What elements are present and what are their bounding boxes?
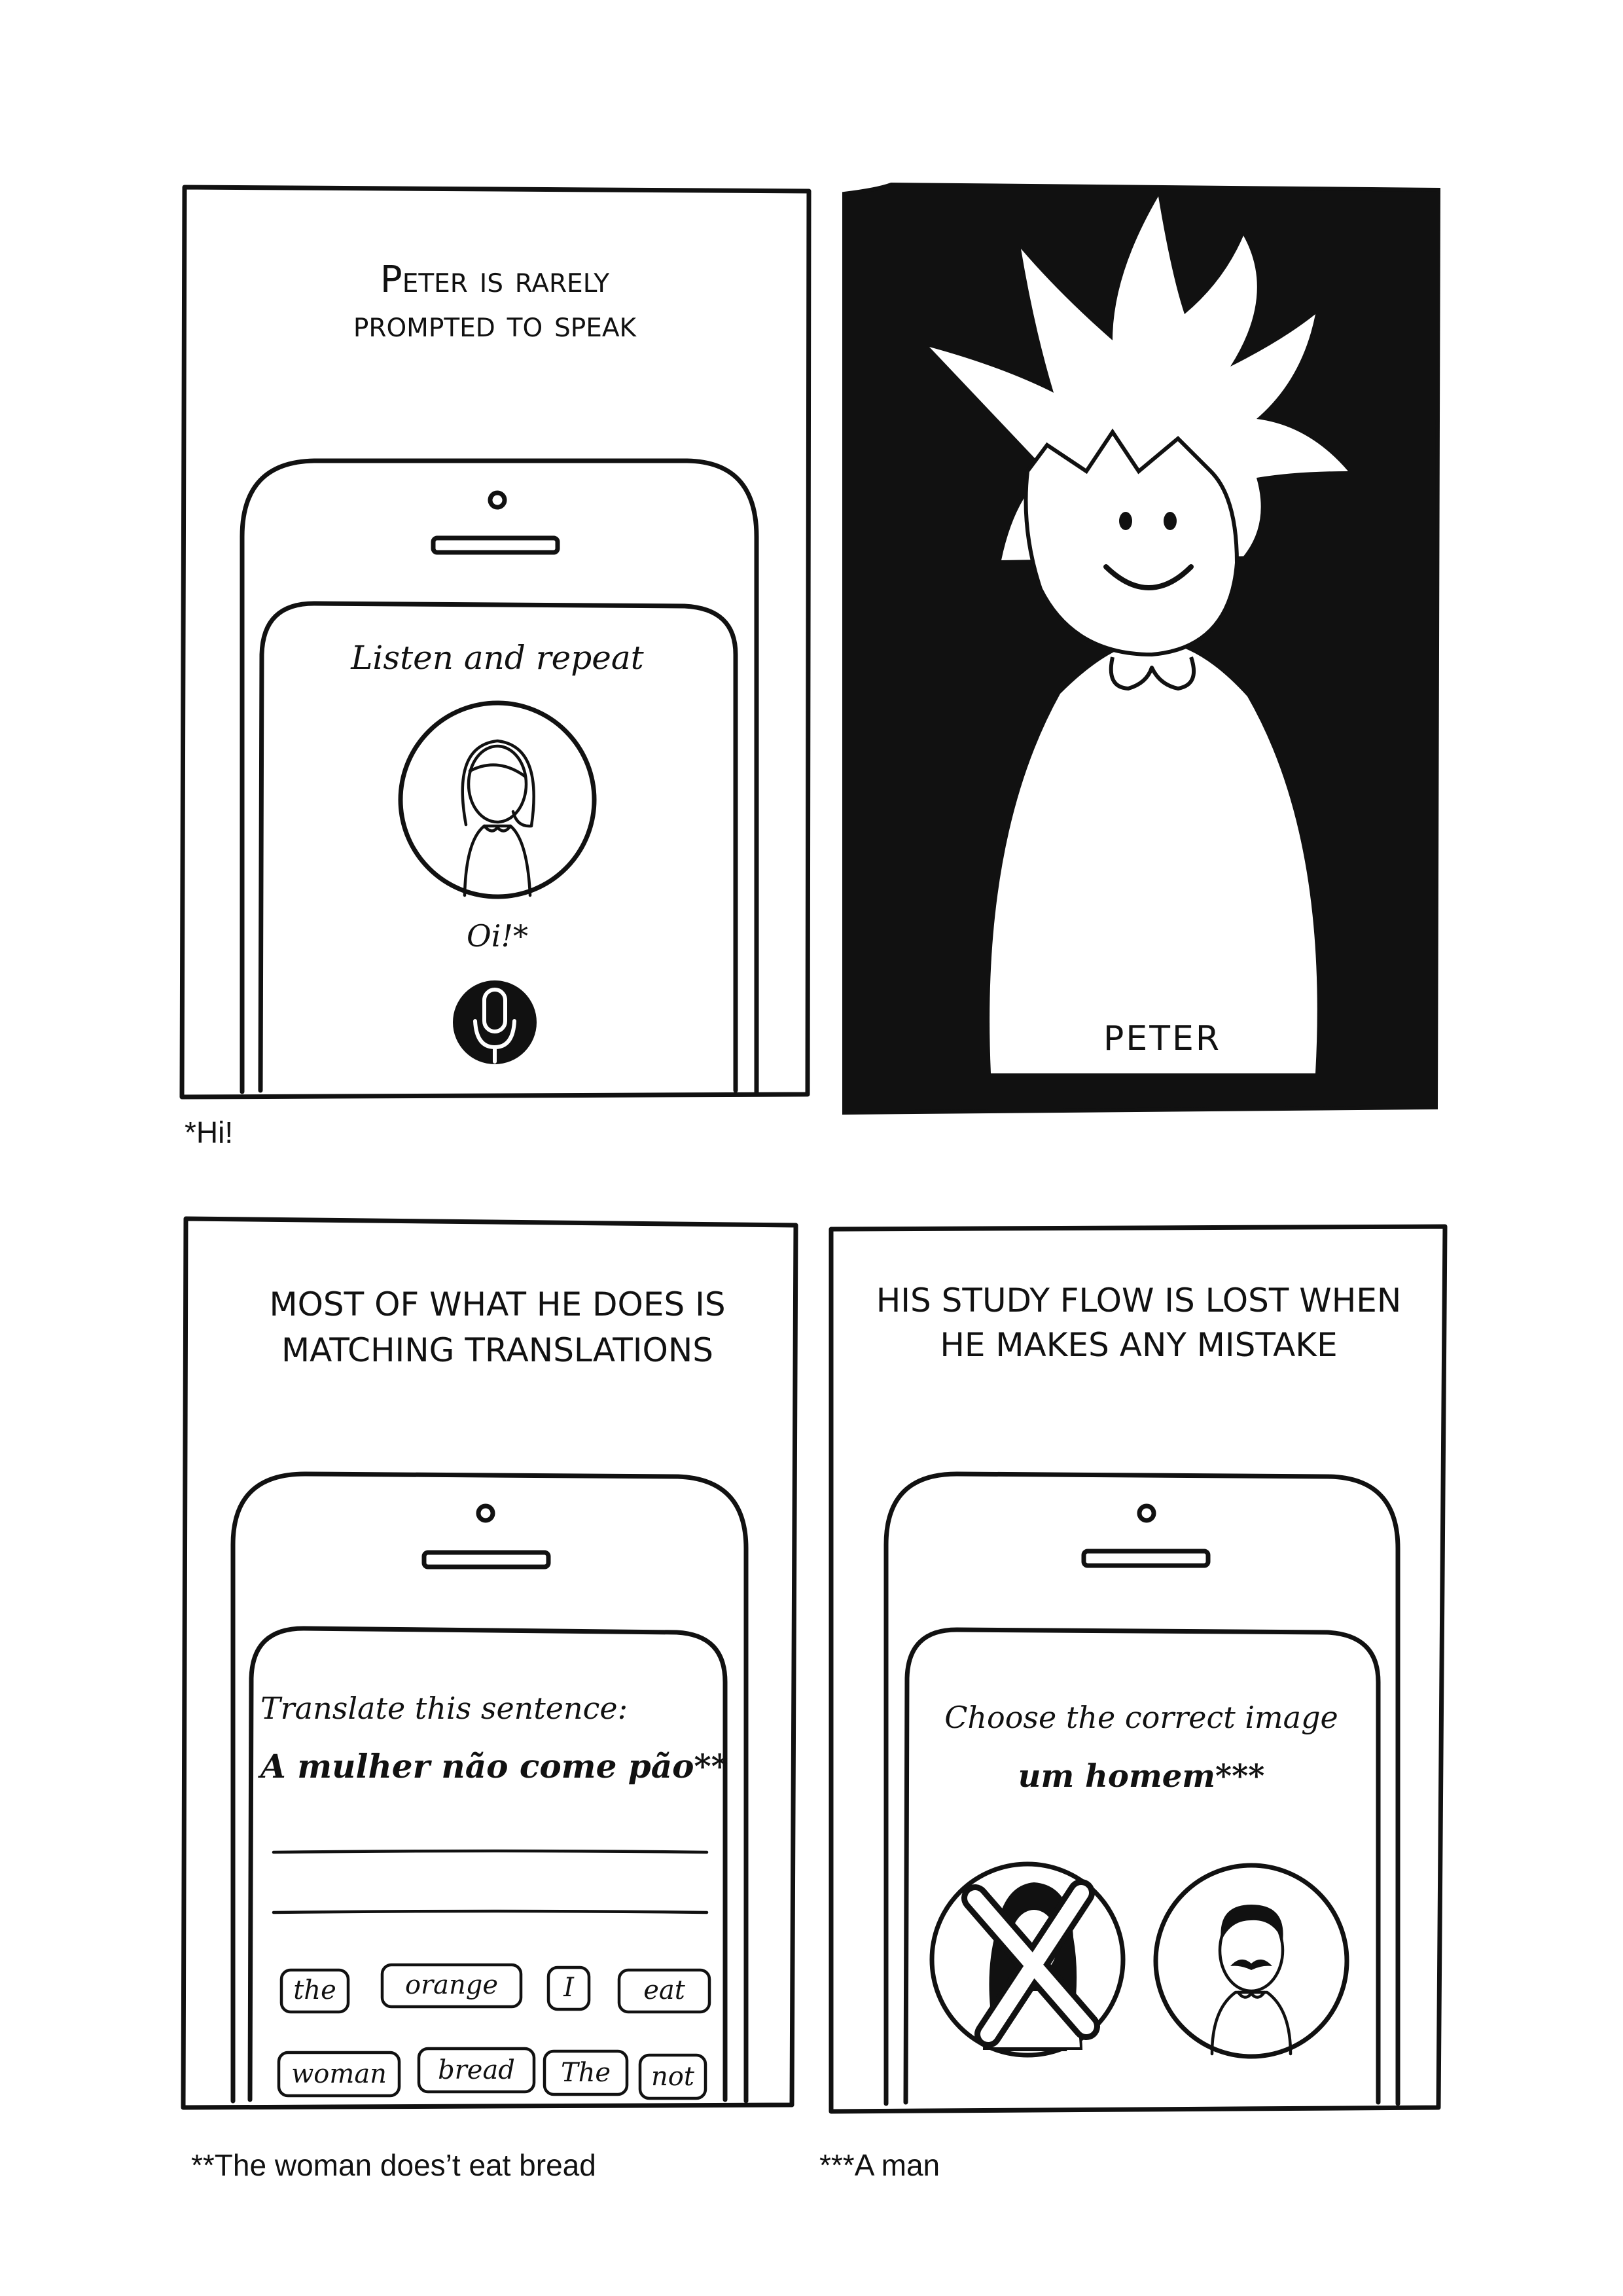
panel-4-caption-line2: HE MAKES ANY MISTAKE (940, 1326, 1337, 1364)
panel-4: HIS STUDY FLOW IS LOST WHEN HE MAKES ANY… (829, 1224, 1448, 2114)
target-word: um homem*** (1018, 1758, 1265, 1795)
screen-title: Listen and repeat (350, 639, 644, 677)
word-chip[interactable]: the (279, 1968, 350, 2014)
panel-3-caption-line2: MATCHING TRANSLATIONS (281, 1331, 713, 1369)
svg-text:eat: eat (643, 1975, 686, 2005)
word-chip[interactable]: eat (617, 1968, 711, 2014)
panel-1-caption-line2: prompted to speak (353, 303, 637, 346)
comic-page: Peter is rarely prompted to speak Listen… (179, 182, 1448, 2182)
phone-camera (488, 490, 507, 510)
man-hair (1221, 1905, 1283, 1941)
wrong-choice-card[interactable] (929, 1861, 1126, 2058)
svg-text:woman: woman (291, 2059, 387, 2089)
svg-text:The: The (561, 2058, 611, 2088)
phone-speaker (1081, 1549, 1211, 1568)
speech-word: Oi!* (467, 918, 528, 954)
svg-text:I: I (563, 1973, 575, 2003)
phone-camera (476, 1503, 495, 1523)
svg-text:the: the (293, 1975, 336, 2005)
peter-right-eye (1164, 512, 1177, 530)
panel-1-footnote: *Hi! (185, 1115, 233, 1149)
panel-4-caption-line1: HIS STUDY FLOW IS LOST WHEN (876, 1282, 1402, 1319)
phone-speaker (421, 1550, 551, 1570)
screen-title: Translate this sentence: (260, 1691, 628, 1726)
panel-2: PETER (842, 182, 1441, 1115)
panel-3: MOST OF WHAT HE DOES IS MATCHING TRANSLA… (181, 1216, 798, 2110)
screen-title: Choose the correct image (944, 1700, 1338, 1735)
sentence-to-translate: A mulher não come pão** (258, 1747, 728, 1785)
svg-text:not: not (651, 2062, 695, 2092)
word-chip[interactable]: The (543, 2049, 629, 2096)
answer-line-2[interactable] (272, 1909, 709, 1914)
mustache (1230, 1959, 1272, 1970)
panel-3-footnote: **The woman does’t eat bread (191, 2148, 596, 2182)
panel-1: Peter is rarely prompted to speak Listen… (179, 185, 812, 1100)
word-chip[interactable]: bread (417, 2047, 536, 2094)
phone-camera (1137, 1503, 1156, 1523)
woman-avatar-icon[interactable] (398, 700, 597, 899)
choice-circle[interactable] (1153, 1863, 1349, 2059)
man-avatar-icon[interactable] (1153, 1863, 1349, 2059)
svg-text:orange: orange (405, 1970, 498, 2000)
svg-text:bread: bread (438, 2055, 515, 2085)
answer-line-1[interactable] (272, 1849, 709, 1854)
panel-3-caption-line1: MOST OF WHAT HE DOES IS (269, 1285, 725, 1323)
panel-4-footnote: ***A man (819, 2148, 940, 2182)
word-chip[interactable]: not (638, 2053, 707, 2100)
man-body (1210, 1990, 1293, 2056)
microphone-icon[interactable] (453, 980, 537, 1064)
peter-name-label: PETER (1103, 1019, 1221, 1058)
word-chip[interactable]: orange (380, 1963, 523, 2009)
word-chip[interactable]: I (546, 1965, 591, 2011)
peter-left-eye (1119, 512, 1132, 530)
phone-speaker (431, 535, 560, 555)
word-chip[interactable]: woman (277, 2051, 401, 2098)
panel-1-caption-line1: Peter is rarely (380, 259, 609, 301)
